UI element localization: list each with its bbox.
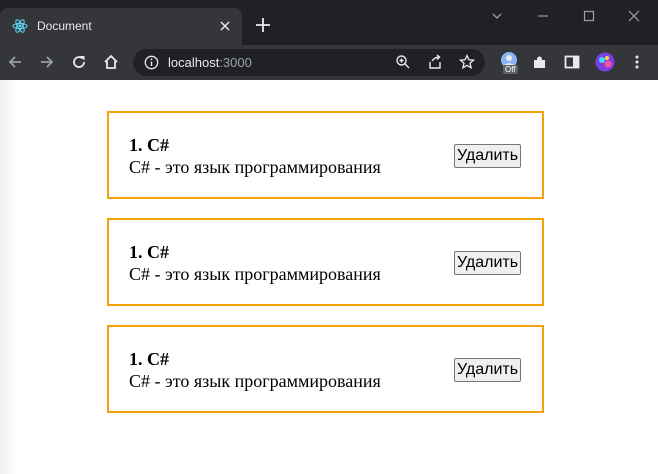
delete-button[interactable]: Удалить bbox=[454, 358, 522, 382]
tab-strip: Document bbox=[0, 0, 658, 45]
zoom-icon[interactable] bbox=[395, 54, 411, 70]
tab-search-icon[interactable] bbox=[489, 8, 505, 24]
reload-icon[interactable] bbox=[70, 53, 88, 71]
card-title: 1. C# bbox=[129, 242, 169, 262]
react-logo-icon bbox=[12, 19, 28, 33]
close-window-icon[interactable] bbox=[626, 8, 642, 24]
back-icon[interactable] bbox=[6, 53, 24, 71]
course-card: 1. C# C# - это язык программирования Уда… bbox=[107, 325, 544, 413]
card-description: C# - это язык программирования bbox=[129, 264, 381, 284]
page-content: 1. C# C# - это язык программирования Уда… bbox=[0, 80, 658, 474]
tab-title: Document bbox=[37, 19, 92, 33]
card-title: 1. C# bbox=[129, 349, 169, 369]
minimize-icon[interactable] bbox=[535, 8, 551, 24]
course-card: 1. C# C# - это язык программирования Уда… bbox=[107, 218, 544, 306]
card-description: C# - это язык программирования bbox=[129, 371, 381, 391]
share-icon[interactable] bbox=[427, 54, 443, 70]
browser-tab[interactable]: Document bbox=[0, 8, 242, 45]
side-panel-icon[interactable] bbox=[563, 53, 581, 71]
extension-badge: Off bbox=[503, 65, 518, 74]
forward-icon[interactable] bbox=[38, 53, 56, 71]
close-tab-icon[interactable] bbox=[218, 19, 232, 33]
browser-toolbar: localhost:3000 Off bbox=[0, 45, 658, 80]
profile-avatar-icon[interactable] bbox=[595, 52, 615, 72]
more-menu-icon[interactable] bbox=[628, 53, 646, 71]
url-text[interactable]: localhost:3000 bbox=[168, 55, 252, 70]
address-bar[interactable]: localhost:3000 bbox=[133, 49, 485, 76]
card-description: C# - это язык программирования bbox=[129, 157, 381, 177]
extensions-puzzle-icon[interactable] bbox=[531, 53, 549, 71]
url-port: :3000 bbox=[219, 55, 252, 70]
delete-button[interactable]: Удалить bbox=[454, 251, 522, 275]
info-icon[interactable] bbox=[144, 55, 159, 70]
home-icon[interactable] bbox=[102, 53, 120, 71]
page-edge-shadow bbox=[0, 80, 18, 474]
bookmark-star-icon[interactable] bbox=[459, 54, 475, 70]
maximize-icon[interactable] bbox=[581, 8, 597, 24]
card-title: 1. C# bbox=[129, 135, 169, 155]
course-card: 1. C# C# - это язык программирования Уда… bbox=[107, 111, 544, 199]
url-host: localhost bbox=[168, 55, 220, 70]
delete-button[interactable]: Удалить bbox=[454, 144, 522, 168]
new-tab-icon[interactable] bbox=[254, 16, 272, 34]
